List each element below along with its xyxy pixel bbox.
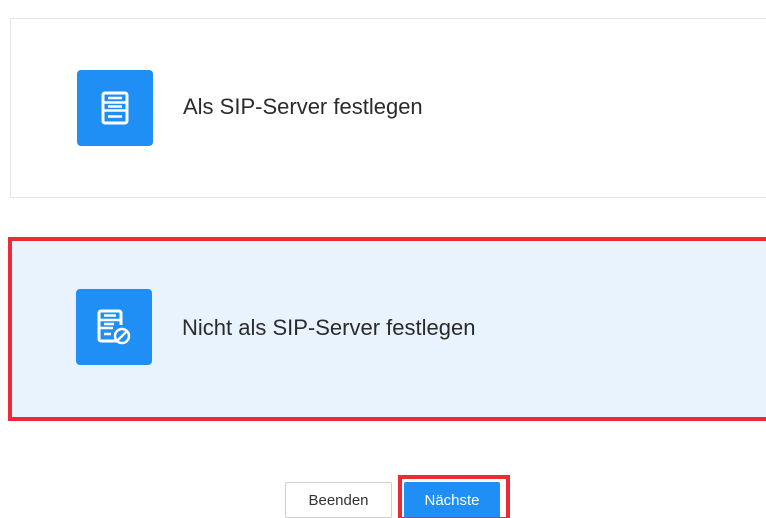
server-icon [77, 70, 153, 146]
option-set-as-sip-server[interactable]: Als SIP-Server festlegen [10, 18, 766, 198]
quit-button[interactable]: Beenden [285, 482, 392, 518]
server-blocked-icon [76, 289, 152, 365]
next-button[interactable]: Nächste [404, 482, 500, 518]
option-label: Nicht als SIP-Server festlegen [182, 315, 476, 340]
option-not-set-as-sip-server[interactable]: Nicht als SIP-Server festlegen [10, 240, 766, 418]
footer-actions: Beenden Nächste [285, 482, 500, 518]
option-label: Als SIP-Server festlegen [183, 94, 423, 119]
sip-server-setup-page: Als SIP-Server festlegen Nicht als SIP-S… [0, 0, 766, 518]
